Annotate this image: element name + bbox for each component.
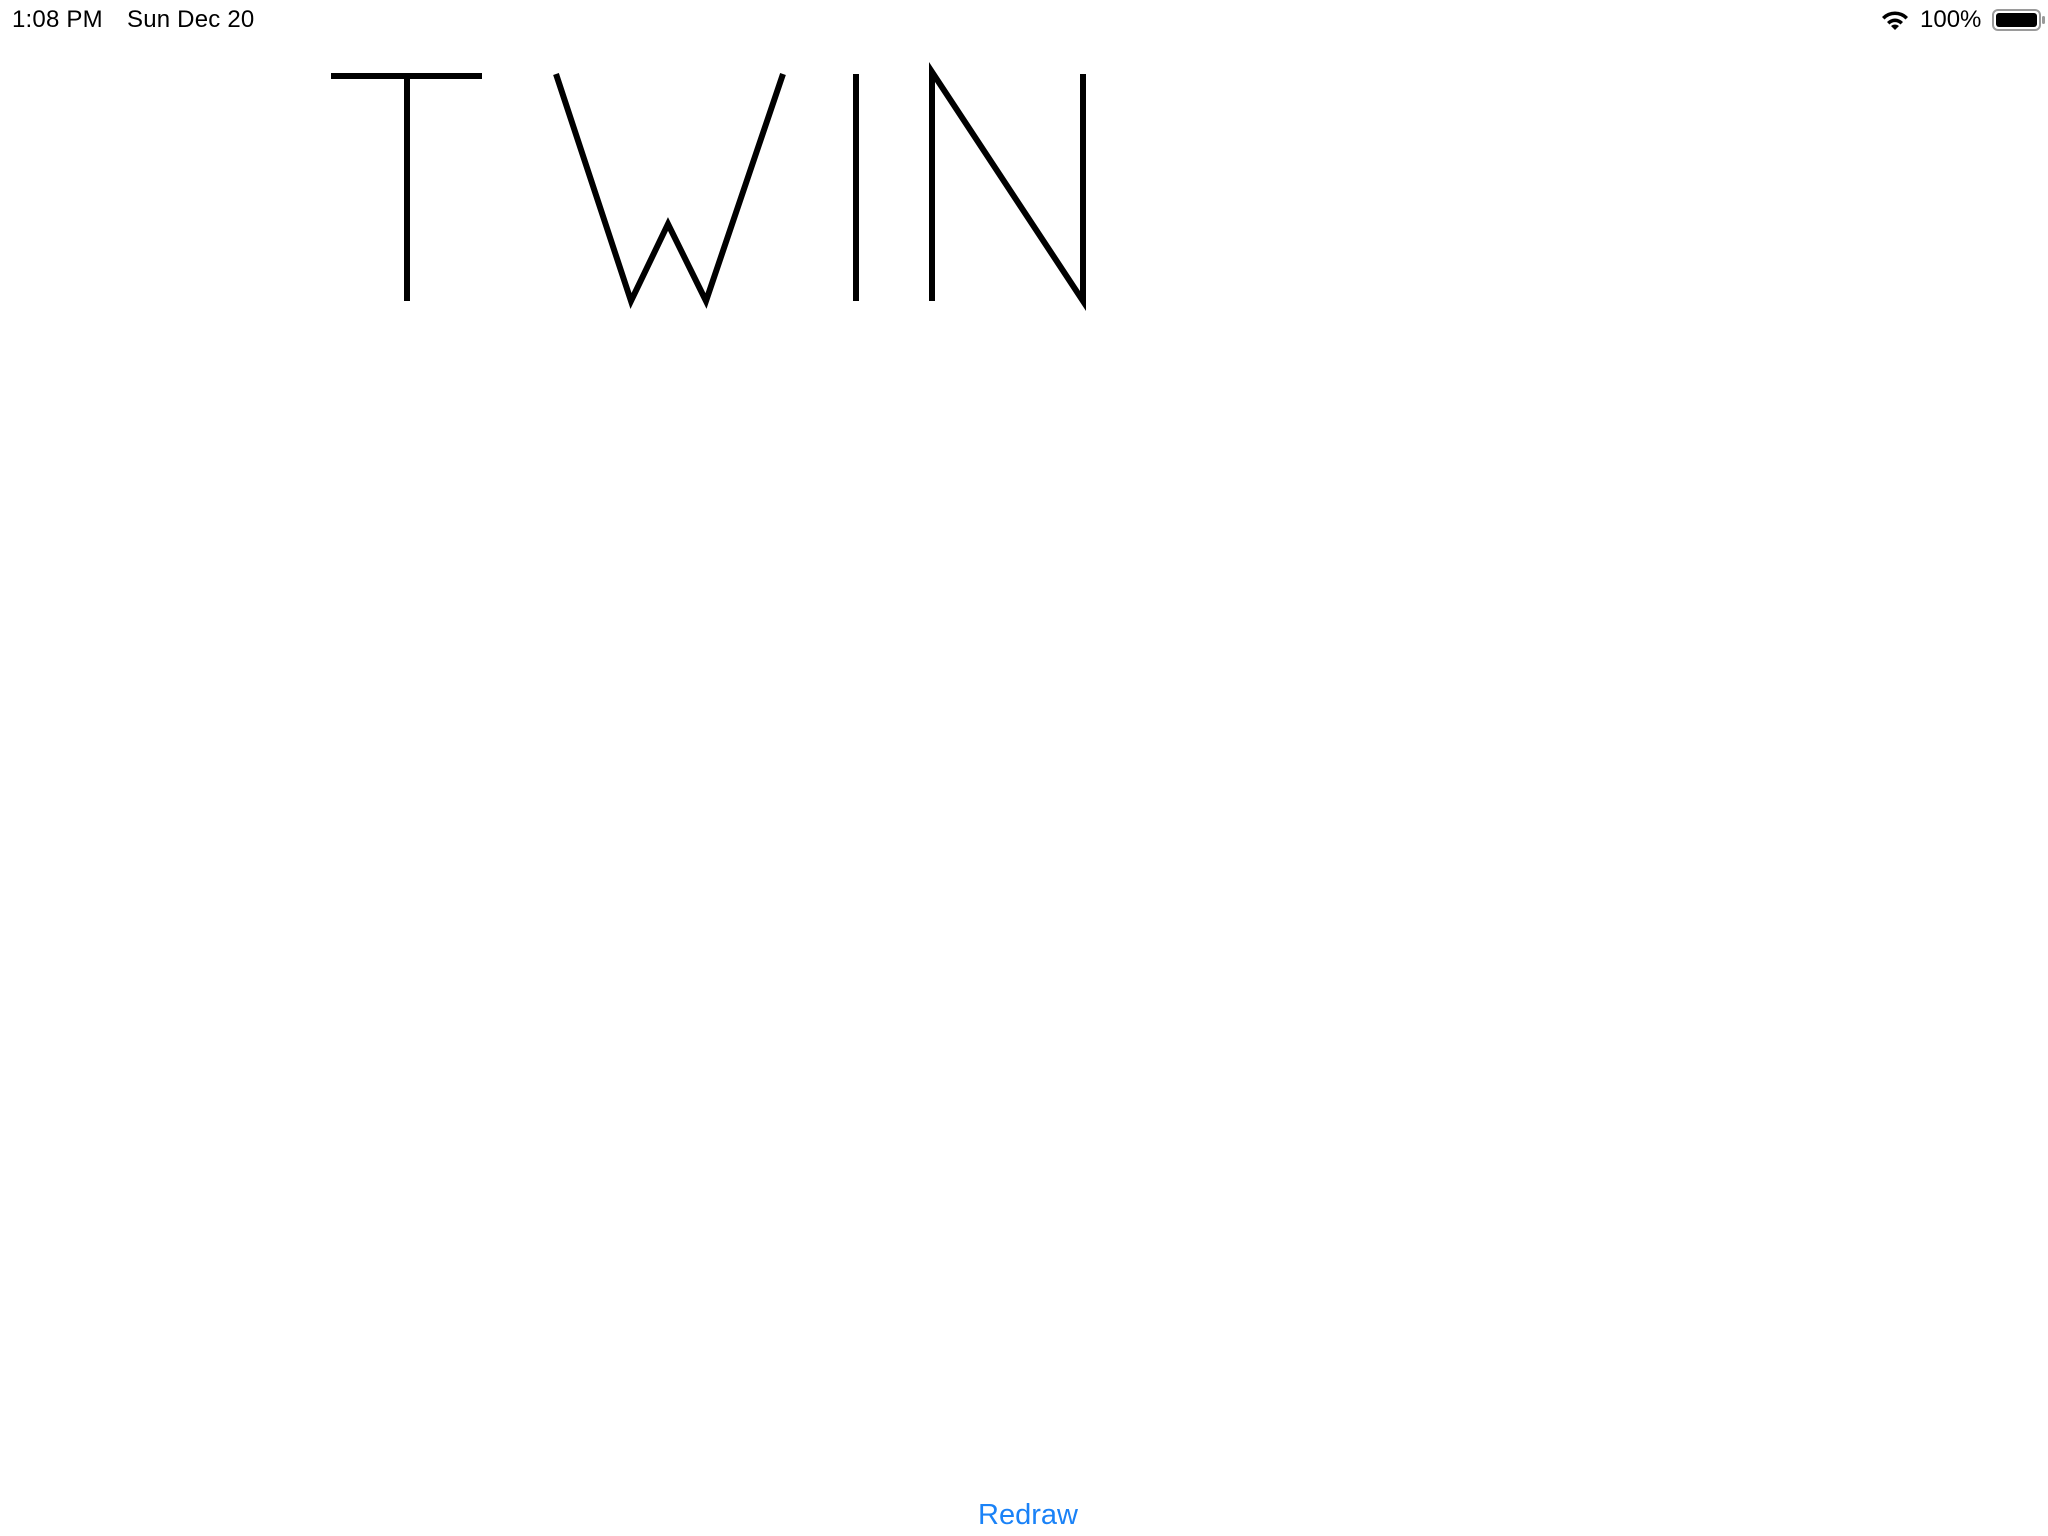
letter-n (929, 62, 1086, 311)
twin-drawing (331, 62, 1086, 311)
redraw-button[interactable]: Redraw (974, 1495, 1082, 1535)
letter-w (553, 73, 786, 310)
